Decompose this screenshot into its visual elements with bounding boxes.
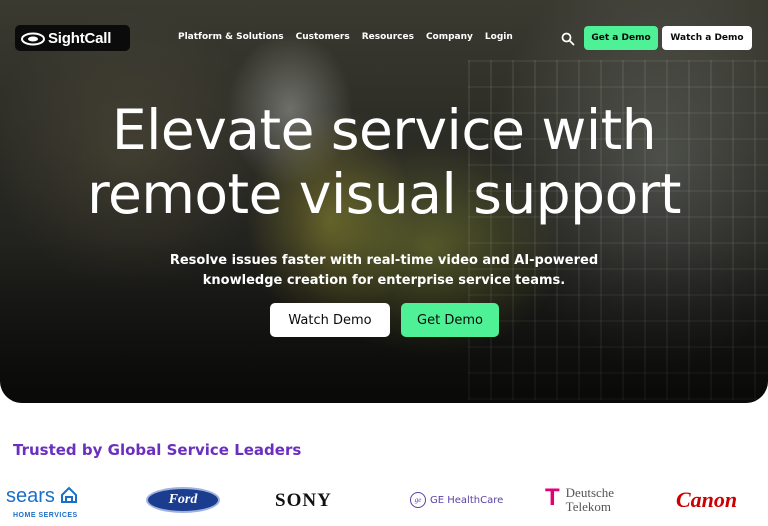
canon-logo: Canon [676,487,738,512]
deutsche-telekom-text: Deutsche Telekom [566,486,614,514]
ge-healthcare-logo: ge GE HealthCare [410,492,503,508]
nav-links: Platform & Solutions Customers Resources… [178,32,525,42]
watch-a-demo-button[interactable]: Watch a Demo [662,26,752,50]
logo-text: SightCall [48,29,112,47]
sony-logo: SONY [275,490,332,511]
nav-link-customers[interactable]: Customers [296,32,350,42]
hero-section: SightCall Platform & Solutions Customers… [0,0,768,403]
ge-healthcare-text: GE HealthCare [430,494,504,506]
ge-monogram-icon: ge [410,492,426,508]
trusted-heading: Trusted by Global Service Leaders [13,441,302,459]
sears-logo-subtext: HOME SERVICES [13,512,78,519]
nav-link-login[interactable]: Login [485,32,513,42]
hero-subtext-line2: knowledge creation for enterprise servic… [202,273,566,288]
ford-logo-text: Ford [168,492,198,507]
deutsche-telekom-logo: T Deutsche Telekom [545,486,614,514]
hero-headline-line1: Elevate service with [111,98,657,162]
search-icon[interactable] [561,31,575,46]
hero-subtext-line1: Resolve issues faster with real-time vid… [169,253,599,268]
sightcall-eye-icon [21,31,45,46]
nav-link-company[interactable]: Company [426,32,473,42]
hero-subtext: Resolve issues faster with real-time vid… [0,251,768,291]
get-a-demo-button[interactable]: Get a Demo [584,26,658,50]
nav-link-resources[interactable]: Resources [362,32,414,42]
ford-logo: Ford [146,487,220,513]
hero-headline-line2: remote visual support [87,162,681,226]
deutsche-telekom-line1: Deutsche [565,485,615,500]
sears-logo: sears HOME SERVICES [6,485,78,519]
nav-link-platform-solutions[interactable]: Platform & Solutions [178,32,284,42]
customer-logos: sears HOME SERVICES Ford SONY ge GE Heal… [0,484,768,520]
sightcall-logo[interactable]: SightCall [15,25,130,51]
sears-logo-text: sears [6,485,55,507]
top-navigation: SightCall Platform & Solutions Customers… [0,23,768,55]
house-icon [61,486,78,503]
get-demo-button[interactable]: Get Demo [401,303,499,337]
watch-demo-button[interactable]: Watch Demo [270,303,390,337]
hero-headline: Elevate service with remote visual suppo… [0,98,768,226]
telekom-t-icon: T [545,484,560,511]
